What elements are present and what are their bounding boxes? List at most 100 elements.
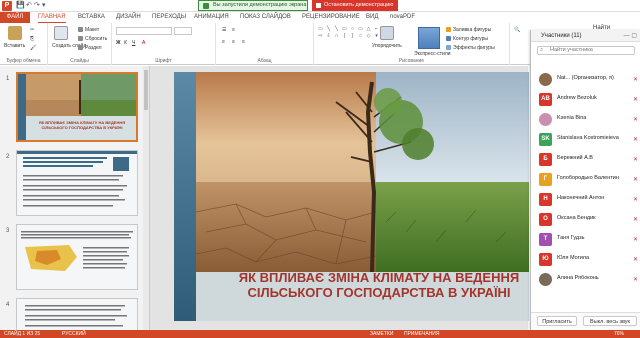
section-label: Раздел [85, 45, 102, 51]
numbering-icon[interactable]: ≡ [232, 27, 235, 33]
participant-row[interactable]: Г Голобородько Валентин ✕ [531, 170, 640, 190]
layout-button[interactable]: Макет [78, 27, 99, 33]
panel-window-controls-icon[interactable]: — ▢ [624, 30, 637, 42]
mute-all-button[interactable]: Выкл. весь звук [583, 316, 637, 326]
shape-curve-icon[interactable]: ∩ [333, 33, 340, 39]
shape-star-icon[interactable]: ☆ [357, 33, 364, 39]
tab-review[interactable]: РЕЦЕНЗИРОВАНИЕ [302, 12, 360, 23]
italic-icon[interactable]: К [124, 40, 127, 46]
tab-view[interactable]: ВИД [366, 12, 378, 23]
participant-row[interactable]: Nat... (Организатор, я) ✕ [531, 70, 640, 90]
scrollbar-thumb[interactable] [144, 70, 148, 110]
copy-icon[interactable]: ⎘ [30, 36, 34, 42]
font-size-select[interactable] [174, 27, 192, 35]
shape-diamond-icon[interactable]: ◇ [365, 33, 372, 39]
shape-triangle-icon[interactable]: △ [365, 26, 372, 32]
shape-rect-icon[interactable]: ▭ [341, 26, 348, 32]
participant-row[interactable]: Н Наконечний Антон ✕ [531, 190, 640, 210]
font-color-icon[interactable]: A [142, 40, 145, 46]
participant-row[interactable]: Ю Юля Могила ✕ [531, 250, 640, 270]
customize-toolbar-icon[interactable]: ▾ [42, 1, 46, 9]
find-icon[interactable]: 🔍 [514, 27, 520, 33]
mic-muted-icon[interactable]: ✕ [633, 196, 638, 203]
mic-muted-icon[interactable]: ✕ [633, 116, 638, 123]
bold-icon[interactable]: Ж [116, 40, 121, 46]
participant-search-input[interactable]: ⌕ Найти участника [537, 46, 635, 55]
slide-title[interactable]: ЯК ВПЛИВАЄ ЗМІНА КЛІМАТУ НА ВЕДЕННЯ СІЛЬ… [234, 270, 524, 300]
stop-share-button[interactable]: Остановить демонстрацию [312, 0, 398, 11]
arrange-icon[interactable] [380, 26, 394, 40]
shape-arrow-icon[interactable]: ⇨ [317, 33, 324, 39]
tab-novapdf[interactable]: novaPDF [390, 12, 415, 23]
section-button[interactable]: Раздел [78, 45, 102, 51]
shape-line-icon[interactable]: ╲ [325, 26, 332, 32]
invite-button[interactable]: Пригласить [537, 316, 577, 326]
slide-climate-image [196, 72, 529, 272]
tab-insert[interactable]: ВСТАВКА [78, 12, 105, 23]
reset-button[interactable]: Сбросить [78, 36, 107, 42]
shape-elbow-icon[interactable]: ⌐ [373, 26, 380, 32]
participant-row[interactable]: SK Stanislava Kostromieieva ✕ [531, 130, 640, 150]
zoom-level[interactable]: 76% [614, 330, 624, 338]
tab-transitions[interactable]: ПЕРЕХОДЫ [152, 12, 186, 23]
mic-muted-icon[interactable]: ✕ [633, 96, 638, 103]
tab-design[interactable]: ДИЗАЙН [116, 12, 141, 23]
participant-row[interactable]: Т Таня Гудзь ✕ [531, 230, 640, 250]
participant-row[interactable]: О Оксана Бендик ✕ [531, 210, 640, 230]
shape-brace-icon[interactable]: { [341, 33, 348, 39]
redo-icon[interactable]: ↷ [34, 1, 40, 9]
comments-button[interactable]: ПРИМЕЧАНИЯ [404, 330, 440, 338]
shape-arrow2-icon[interactable]: ⇩ [325, 33, 332, 39]
align-right-icon[interactable]: ≡ [242, 39, 245, 45]
participant-row[interactable]: AB Andrew Bezoluk ✕ [531, 90, 640, 110]
align-center-icon[interactable]: ≡ [232, 39, 235, 45]
undo-icon[interactable]: ↶ [26, 1, 32, 9]
save-icon[interactable]: 💾 [16, 1, 25, 9]
shape-textbox-icon[interactable]: ▭ [317, 26, 324, 32]
shape-oval-icon[interactable]: ○ [349, 26, 356, 32]
bullets-icon[interactable]: ☰ [222, 27, 226, 33]
shape-line2-icon[interactable]: ╲ [333, 26, 340, 32]
slide-thumbnail-1[interactable]: ЯК ВПЛИВАЄ ЗМІНА КЛІМАТУ НА ВЕДЕННЯ СІЛЬ… [16, 72, 138, 142]
cut-icon[interactable]: ✂ [30, 27, 34, 33]
new-slide-icon[interactable] [54, 26, 68, 40]
shapes-gallery[interactable]: ▭ ╲ ╲ ▭ ○ ▭ △ ⌐ ⇨ ⇩ ∩{} ☆ ◇ ▾ [317, 26, 378, 52]
paste-icon[interactable] [8, 26, 22, 40]
shape-fill-button[interactable]: Заливка фигуры [446, 27, 491, 33]
mic-muted-icon[interactable]: ✕ [633, 176, 638, 183]
mic-muted-icon[interactable]: ✕ [633, 276, 638, 283]
mic-muted-icon[interactable]: ✕ [633, 76, 638, 83]
participant-row[interactable]: Б Бережний А.В ✕ [531, 150, 640, 170]
language-indicator[interactable]: РУССКИЙ [62, 330, 86, 338]
tab-slideshow[interactable]: ПОКАЗ СЛАЙДОВ [240, 12, 291, 23]
mic-muted-icon[interactable]: ✕ [633, 236, 638, 243]
shape-brace2-icon[interactable]: } [349, 33, 356, 39]
mic-muted-icon[interactable]: ✕ [633, 156, 638, 163]
tab-file[interactable]: ФАЙЛ [0, 12, 30, 23]
format-painter-icon[interactable]: 🖌 [30, 45, 36, 51]
slide-thumbnail-4[interactable] [16, 298, 138, 330]
mic-muted-icon[interactable]: ✕ [633, 256, 638, 263]
font-family-select[interactable] [116, 27, 172, 35]
participant-row[interactable]: Алина Рябоконь ✕ [531, 270, 640, 290]
shape-more-icon[interactable]: ▾ [373, 33, 380, 39]
shape-rect2-icon[interactable]: ▭ [357, 26, 364, 32]
current-slide[interactable]: ЯК ВПЛИВАЄ ЗМІНА КЛІМАТУ НА ВЕДЕННЯ СІЛЬ… [174, 72, 529, 321]
underline-icon[interactable]: Ч [132, 40, 135, 46]
shape-effects-button[interactable]: Эффекты фигуры [446, 45, 495, 51]
arrange-button[interactable]: Упорядочить [372, 43, 402, 49]
participant-row[interactable]: Ksenia Bina ✕ [531, 110, 640, 130]
shape-outline-button[interactable]: Контур фигуры [446, 36, 488, 42]
mic-muted-icon[interactable]: ✕ [633, 216, 638, 223]
slide-thumbnail-2[interactable] [16, 150, 138, 216]
mic-muted-icon[interactable]: ✕ [633, 136, 638, 143]
tab-animation[interactable]: АНИМАЦИЯ [194, 12, 229, 23]
thumbnails-scrollbar[interactable] [143, 66, 149, 330]
quick-styles-button[interactable]: Экспресс-стили [414, 51, 451, 57]
tab-home[interactable]: ГЛАВНАЯ [38, 12, 66, 23]
quick-styles-icon[interactable] [418, 27, 440, 49]
align-left-icon[interactable]: ≡ [222, 39, 225, 45]
slide-thumbnail-3[interactable] [16, 224, 138, 290]
paste-button[interactable]: Вставить [4, 43, 25, 49]
notes-button[interactable]: ЗАМЕТКИ [370, 330, 393, 338]
